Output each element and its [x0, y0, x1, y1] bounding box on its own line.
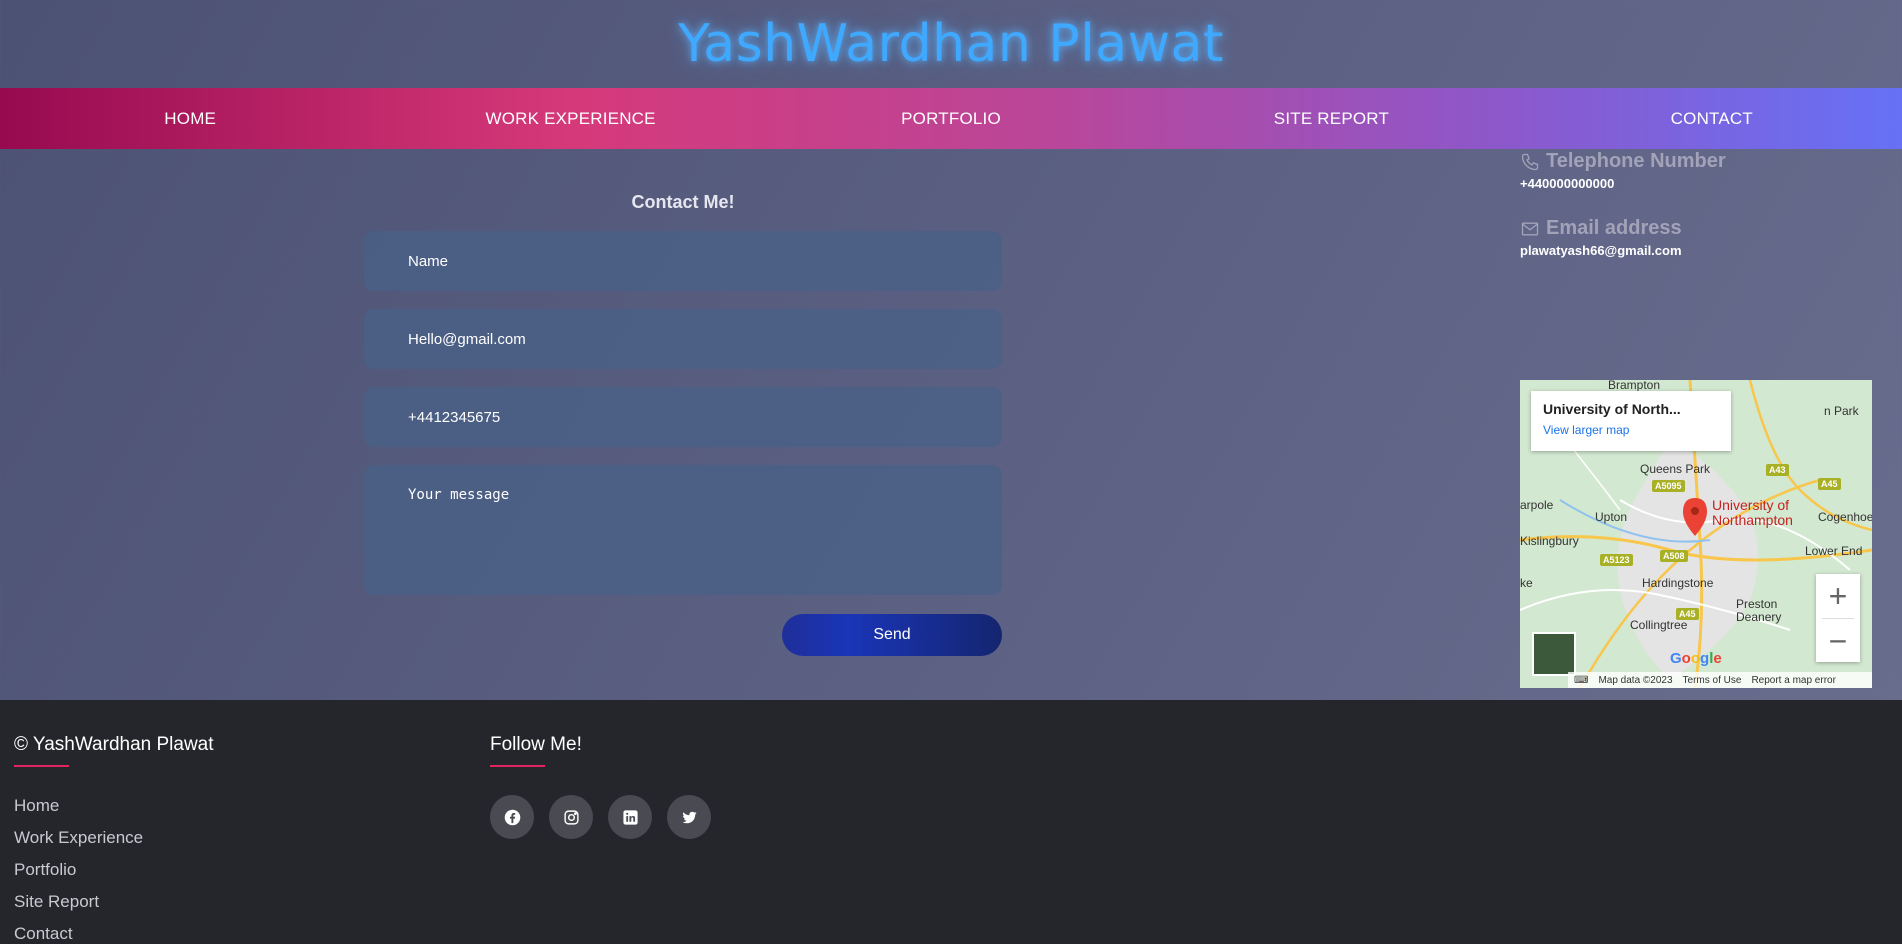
instagram-button[interactable]	[549, 795, 593, 839]
linkedin-button[interactable]	[608, 795, 652, 839]
zoom-in-button[interactable]: +	[1816, 574, 1860, 618]
phone-info: Telephone Number +440000000000	[1520, 150, 1726, 191]
nav-contact[interactable]: CONTACT	[1522, 109, 1902, 129]
footer-link-portfolio[interactable]: Portfolio	[14, 860, 143, 892]
google-logo: Google	[1670, 650, 1722, 667]
linkedin-icon	[622, 809, 638, 825]
email-value: plawatyash66@gmail.com	[1520, 243, 1682, 258]
email-label-row: Email address	[1520, 217, 1682, 240]
page-footer: © YashWardhan Plawat Home Work Experienc…	[0, 700, 1902, 944]
keyboard-icon[interactable]: ⌨	[1574, 675, 1588, 686]
footer-link-home[interactable]: Home	[14, 796, 143, 828]
map-place: Cogenhoe	[1818, 510, 1872, 524]
email-info: Email address plawatyash66@gmail.com	[1520, 217, 1682, 258]
site-title: YashWardhan Plawat	[678, 14, 1224, 74]
zoom-out-button[interactable]: −	[1816, 619, 1860, 663]
twitter-icon	[681, 811, 697, 823]
road-tag: A45	[1676, 608, 1699, 620]
map-place: Upton	[1595, 510, 1628, 524]
road-tag: A508	[1660, 550, 1688, 562]
nav-home[interactable]: HOME	[0, 109, 380, 129]
map-info-card: University of North... View larger map	[1531, 391, 1731, 451]
footer-link-work-experience[interactable]: Work Experience	[14, 828, 143, 860]
phone-input[interactable]: +4412345675	[364, 387, 1002, 447]
map-place: Kislingbury	[1520, 534, 1579, 548]
view-larger-map-link[interactable]: View larger map	[1543, 423, 1719, 437]
footer-link-contact[interactable]: Contact	[14, 924, 143, 944]
nav-portfolio[interactable]: PORTFOLIO	[761, 109, 1141, 129]
map-card-title: University of North...	[1543, 401, 1681, 417]
phone-label-row: Telephone Number	[1520, 150, 1726, 173]
google-map[interactable]: Brampton n Park Queens Park arpole Upton…	[1520, 380, 1872, 688]
zoom-controls: + −	[1816, 574, 1860, 662]
follow-title: Follow Me!	[490, 734, 582, 755]
message-textarea[interactable]: Your message	[364, 465, 1002, 595]
map-data-text: Map data ©2023	[1598, 674, 1673, 686]
map-place: Queens Park	[1640, 462, 1711, 476]
footer-underline	[14, 765, 69, 767]
social-links	[490, 795, 711, 839]
main-navbar: HOME WORK EXPERIENCE PORTFOLIO SITE REPO…	[0, 88, 1902, 149]
name-input[interactable]: Name	[364, 231, 1002, 291]
terms-of-use-link[interactable]: Terms of Use	[1683, 675, 1742, 686]
send-button[interactable]: Send	[782, 614, 1002, 656]
nav-site-report[interactable]: SITE REPORT	[1141, 109, 1521, 129]
road-tag: A5123	[1600, 554, 1633, 566]
satellite-toggle[interactable]	[1532, 632, 1576, 676]
phone-label: Telephone Number	[1546, 150, 1726, 172]
report-map-error-link[interactable]: Report a map error	[1751, 675, 1835, 686]
footer-copyright: © YashWardhan Plawat	[14, 734, 214, 755]
road-tag: A5095	[1652, 480, 1685, 492]
phone-icon	[1521, 153, 1539, 170]
facebook-button[interactable]	[490, 795, 534, 839]
road-tag: A43	[1766, 464, 1789, 476]
map-attribution-bar: ⌨ Map data ©2023 Terms of Use Report a m…	[1568, 672, 1872, 688]
footer-links: Home Work Experience Portfolio Site Repo…	[14, 796, 143, 944]
phone-value: +440000000000	[1520, 176, 1615, 191]
follow-underline	[490, 765, 545, 767]
map-marker-label: University of Northampton	[1712, 497, 1793, 528]
instagram-icon	[563, 809, 579, 825]
map-place: n Park	[1824, 404, 1859, 418]
contact-heading: Contact Me!	[631, 192, 735, 212]
map-place: Collingtree	[1630, 618, 1688, 632]
email-label: Email address	[1546, 217, 1682, 239]
map-place: Preston Deanery	[1736, 597, 1782, 624]
map-place: arpole	[1520, 498, 1554, 512]
footer-link-site-report[interactable]: Site Report	[14, 892, 143, 924]
email-input[interactable]: Hello@gmail.com	[364, 309, 1002, 369]
map-place: ke	[1520, 576, 1533, 590]
map-place: Lower End	[1805, 544, 1863, 558]
map-place: Hardingstone	[1642, 576, 1714, 590]
facebook-icon	[504, 809, 520, 825]
road-tag: A45	[1818, 478, 1841, 490]
twitter-button[interactable]	[667, 795, 711, 839]
nav-work-experience[interactable]: WORK EXPERIENCE	[380, 109, 760, 129]
envelope-icon	[1521, 222, 1539, 235]
